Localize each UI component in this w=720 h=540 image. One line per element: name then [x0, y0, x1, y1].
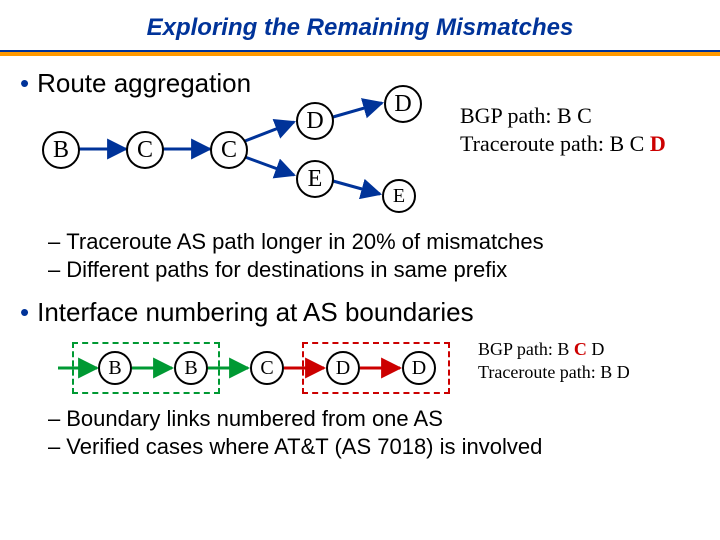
section2-heading-text: Interface numbering at AS boundaries	[37, 297, 474, 327]
node-e2: E	[382, 179, 416, 213]
section2-sub1-text: Boundary links numbered from one AS	[66, 406, 443, 431]
diagram2-bgp-path-label: BGP path: B C D	[478, 339, 604, 360]
bgp2-suffix: D	[587, 339, 605, 359]
diagram2-traceroute-path-label: Traceroute path: B D	[478, 362, 630, 383]
section2-sub1: –Boundary links numbered from one AS	[48, 406, 720, 432]
bgp2-prefix: BGP path: B	[478, 339, 574, 359]
node2-b1: B	[98, 351, 132, 385]
diagram1-arrows	[0, 97, 720, 227]
traceroute-em: D	[650, 131, 666, 156]
route-aggregation-diagram: B C C D E D E BGP path: B C Traceroute p…	[0, 97, 720, 227]
node-d2: D	[384, 85, 422, 123]
bullet-dot-icon: •	[20, 68, 29, 98]
dash-icon: –	[48, 434, 60, 459]
page-title: Exploring the Remaining Mismatches	[0, 0, 720, 50]
section2-heading: • Interface numbering at AS boundaries	[20, 297, 720, 328]
node2-b2: B	[174, 351, 208, 385]
section1-sub1-text: Traceroute AS path longer in 20% of mism…	[66, 229, 543, 254]
interface-numbering-diagram: B B C D D BGP path: B C D Traceroute pat…	[0, 334, 720, 404]
node-d1: D	[296, 102, 334, 140]
section1-sub2: –Different paths for destinations in sam…	[48, 257, 720, 283]
node2-d2: D	[402, 351, 436, 385]
traceroute-prefix: Traceroute path: B C	[460, 131, 650, 156]
bgp2-em: C	[574, 339, 587, 359]
node-c1: C	[126, 131, 164, 169]
section2-sub2-text: Verified cases where AT&T (AS 7018) is i…	[66, 434, 542, 459]
dash-icon: –	[48, 229, 60, 254]
node-c2: C	[210, 131, 248, 169]
section1-sub1: –Traceroute AS path longer in 20% of mis…	[48, 229, 720, 255]
section1-heading: • Route aggregation	[20, 68, 720, 99]
node2-d1: D	[326, 351, 360, 385]
section2-sub2: –Verified cases where AT&T (AS 7018) is …	[48, 434, 720, 460]
section1-heading-text: Route aggregation	[37, 68, 251, 98]
node-b: B	[42, 131, 80, 169]
bullet-dot-icon: •	[20, 297, 29, 327]
title-rule	[0, 50, 720, 56]
section1-sub2-text: Different paths for destinations in same…	[66, 257, 507, 282]
dash-icon: –	[48, 406, 60, 431]
node-e1: E	[296, 160, 334, 198]
dash-icon: –	[48, 257, 60, 282]
diagram1-bgp-path-label: BGP path: B C	[460, 103, 592, 129]
node2-c: C	[250, 351, 284, 385]
diagram1-traceroute-path-label: Traceroute path: B C D	[460, 131, 666, 157]
